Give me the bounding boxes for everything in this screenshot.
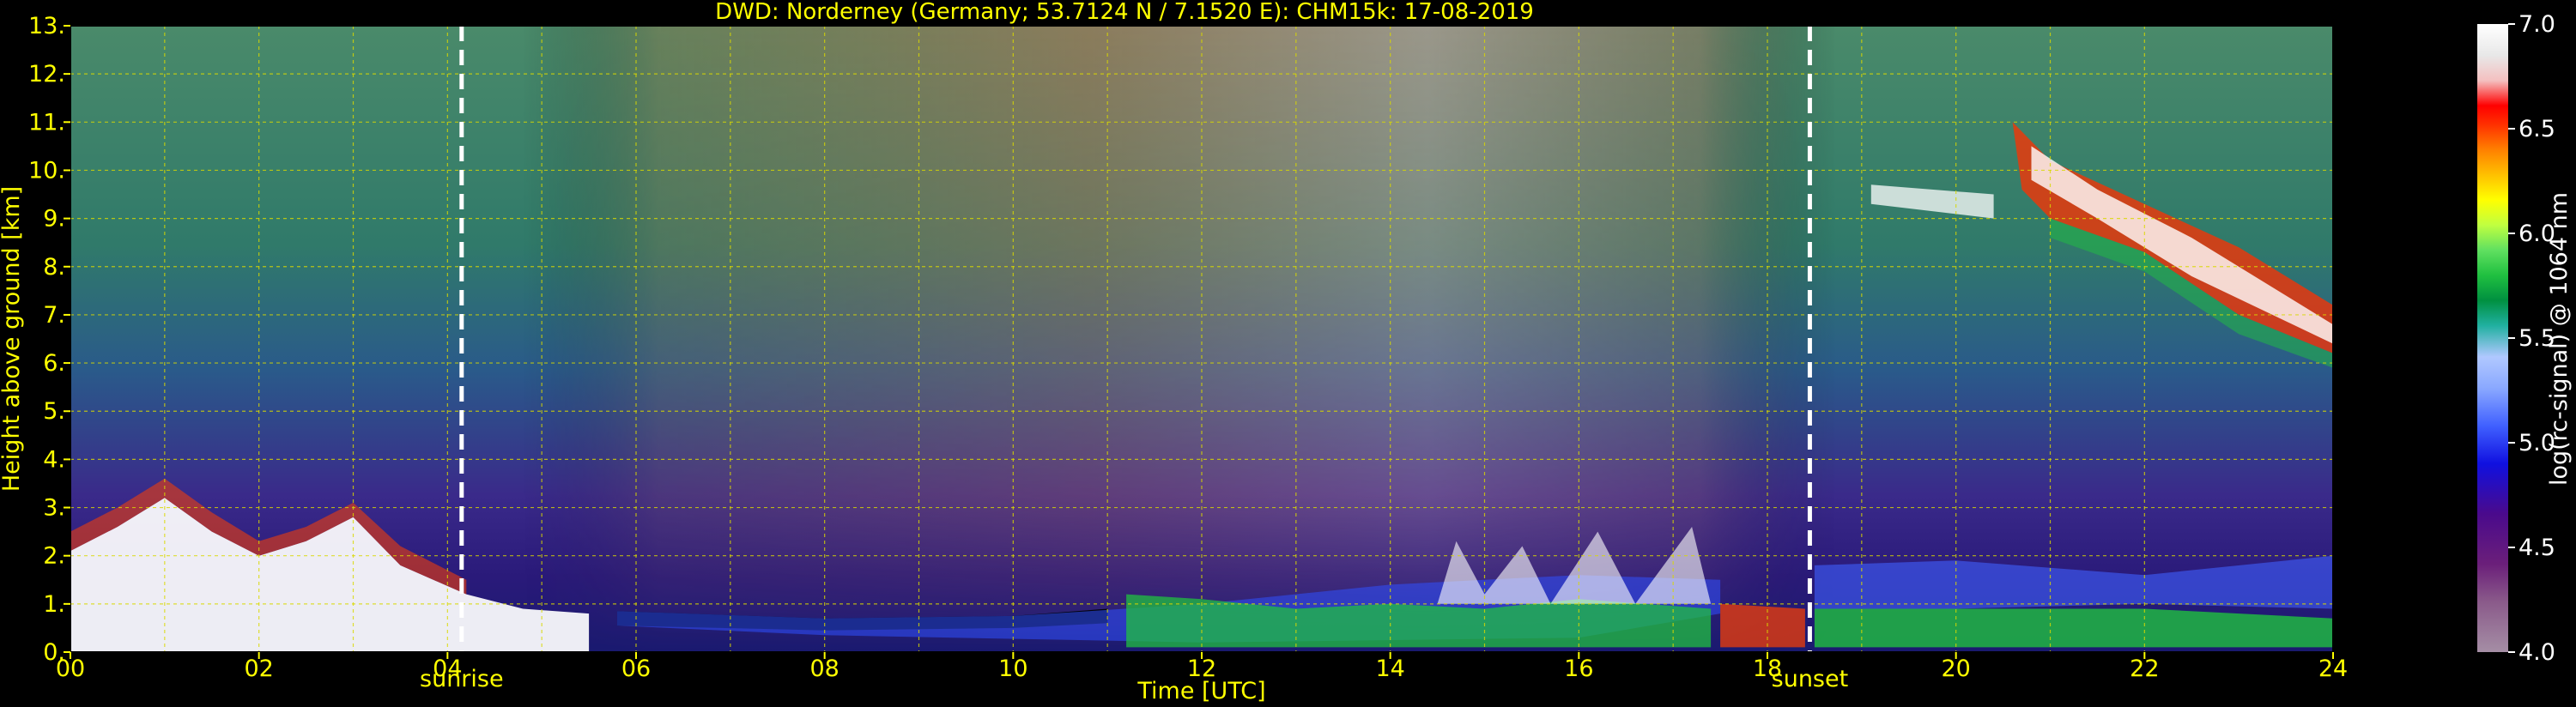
annotation-sunrise: sunrise [420, 666, 504, 692]
y-tick-label: 2. [43, 543, 65, 570]
chart-title: DWD: Norderney (Germany; 53.7124 N / 7.1… [715, 0, 1534, 25]
y-tick-label: 7. [43, 302, 65, 329]
x-tick-label: 08 [809, 656, 839, 682]
y-tick-label: 9. [43, 206, 65, 233]
colorbar: 4.04.55.05.56.06.57.0 log(rc-signal) @ 1… [2477, 11, 2573, 666]
y-tick-label: 5. [43, 398, 65, 425]
plot-area [70, 25, 2334, 653]
y-axis-label: Height above ground [km] [0, 186, 25, 492]
colorbar-tick-label: 4.5 [2518, 535, 2555, 561]
y-tick-label: 11. [28, 109, 65, 136]
x-tick-label: 10 [998, 656, 1027, 682]
y-tick-label: 12. [28, 61, 65, 88]
annotation-sunset: sunset [1772, 666, 1849, 692]
y-axis: 0. 1. 2. 3. 4. 5. 6. 7. 8. 9. 10. 11. 12. 13. [28, 13, 70, 666]
y-tick-label: 6. [43, 350, 65, 377]
x-tick-label: 20 [1941, 656, 1970, 682]
x-tick-label: 02 [244, 656, 273, 682]
y-tick-label: 10. [28, 157, 65, 184]
sunset-aerosol [1720, 603, 1805, 648]
evening-green-layer [1814, 608, 2333, 648]
y-tick-label: 0. [43, 639, 65, 666]
y-tick-label: 13. [28, 13, 65, 39]
colorbar-tick-label: 6.5 [2518, 116, 2555, 142]
x-tick-label: 16 [1564, 656, 1593, 682]
colorbar-label: log(rc-signal) @ 1064 nm [2546, 192, 2573, 486]
colorbar-scale [2477, 24, 2508, 652]
x-tick-label: 24 [2318, 656, 2348, 682]
y-tick-label: 8. [43, 254, 65, 281]
y-tick-label: 1. [43, 591, 65, 618]
x-axis-label: Time [UTC] [1136, 678, 1265, 704]
colorbar-tick-label: 4.0 [2518, 639, 2555, 666]
x-tick-label: 14 [1375, 656, 1404, 682]
colorbar-tick-label: 7.0 [2518, 11, 2555, 38]
y-tick-label: 3. [43, 495, 65, 522]
ceilometer-figure: DWD: Norderney (Germany; 53.7124 N / 7.1… [0, 0, 2573, 704]
y-tick-label: 4. [43, 446, 65, 473]
x-tick-label: 06 [621, 656, 651, 682]
x-tick-label: 22 [2130, 656, 2159, 682]
